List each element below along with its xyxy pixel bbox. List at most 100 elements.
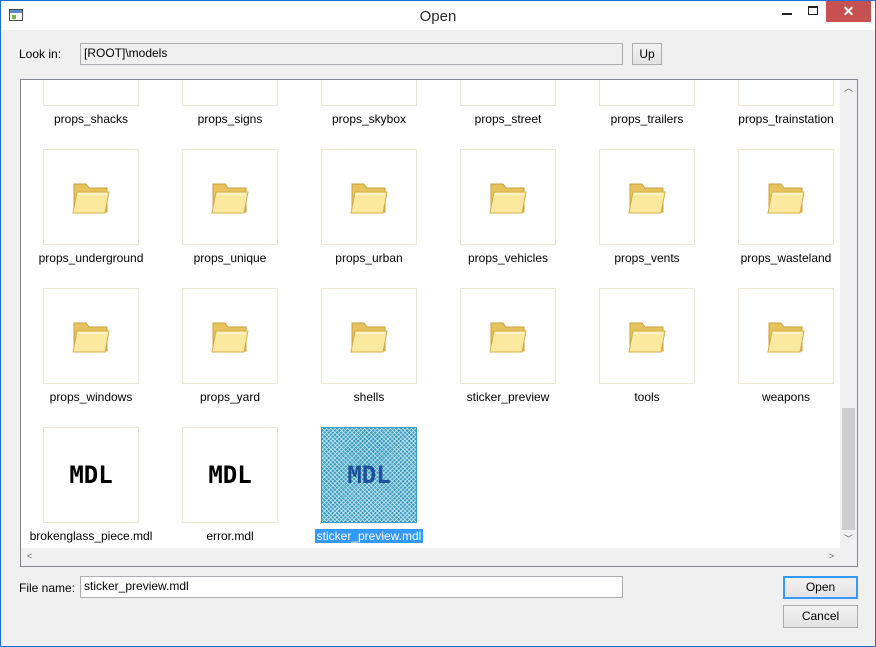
scroll-up-icon[interactable]: ︿	[840, 80, 857, 97]
item-label: sticker_preview.mdl	[299, 528, 439, 544]
folder-item[interactable]: shells	[299, 288, 429, 408]
item-label: brokenglass_piece.mdl	[21, 529, 161, 543]
maximize-button[interactable]	[800, 1, 826, 22]
folder-thumbnail	[460, 288, 556, 384]
item-label: props_signs	[160, 112, 300, 126]
folder-item[interactable]: props_urban	[299, 149, 429, 269]
folder-item[interactable]: props_trainstation	[716, 80, 840, 130]
item-label: props_trainstation	[716, 112, 840, 126]
up-button[interactable]: Up	[632, 43, 662, 65]
folder-thumbnail	[738, 149, 834, 245]
scrollbar-corner	[840, 548, 857, 566]
folder-thumbnail	[321, 149, 417, 245]
scroll-down-icon[interactable]: ﹀	[840, 531, 857, 548]
item-label: props_windows	[21, 390, 161, 404]
folder-item[interactable]: props_street	[438, 80, 568, 130]
folder-thumbnail	[182, 288, 278, 384]
folder-item[interactable]: props_unique	[160, 149, 290, 269]
item-label-text: shells	[353, 390, 385, 404]
mdl-file-icon: MDL	[208, 461, 252, 489]
item-label: props_street	[438, 112, 578, 126]
horizontal-scrollbar[interactable]: < >	[21, 548, 840, 566]
look-in-path-field[interactable]: [ROOT]\models	[80, 43, 623, 65]
item-label: tools	[577, 390, 717, 404]
item-label: props_unique	[160, 251, 300, 265]
folder-thumbnail	[43, 288, 139, 384]
folder-item[interactable]: props_yard	[160, 288, 290, 408]
file-name-label: File name:	[19, 581, 76, 595]
item-label: props_vents	[577, 251, 717, 265]
folder-item[interactable]: weapons	[716, 288, 840, 408]
open-button[interactable]: Open	[783, 576, 858, 599]
item-label: props_urban	[299, 251, 439, 265]
folder-thumbnail	[182, 80, 278, 106]
folder-thumbnail	[321, 288, 417, 384]
folder-item[interactable]: tools	[577, 288, 707, 408]
look-in-label: Look in:	[19, 47, 62, 61]
folder-item[interactable]: props_wasteland	[716, 149, 840, 269]
mdl-file-icon: MDL	[69, 461, 113, 489]
vertical-scrollbar[interactable]: ︿ ﹀	[840, 80, 857, 548]
item-label-text: props_trailers	[610, 112, 684, 126]
file-item[interactable]: MDL brokenglass_piece.mdl	[21, 427, 152, 547]
file-list-view[interactable]: props_shacks props_signs props_skybox props…	[20, 79, 858, 567]
folder-thumbnail	[599, 80, 695, 106]
folder-thumbnail	[599, 149, 695, 245]
folder-item[interactable]: props_signs	[160, 80, 290, 130]
folder-item[interactable]: props_trailers	[577, 80, 707, 130]
folder-item[interactable]: props_windows	[21, 288, 151, 408]
item-label-text: error.mdl	[206, 529, 254, 543]
item-label: shells	[299, 390, 439, 404]
folder-thumbnail	[182, 149, 278, 245]
folder-item[interactable]: props_vehicles	[438, 149, 568, 269]
mdl-file-icon: MDL	[347, 461, 391, 489]
close-icon: ✕	[842, 3, 855, 19]
item-label-text: sticker_preview.mdl	[313, 528, 425, 544]
minimize-button[interactable]	[774, 1, 800, 22]
folder-item[interactable]: props_vents	[577, 149, 707, 269]
item-label: props_shacks	[21, 112, 161, 126]
item-label-text: weapons	[761, 390, 811, 404]
item-label: sticker_preview	[438, 390, 578, 404]
item-label-text: props_shacks	[53, 112, 129, 126]
folder-item[interactable]: props_skybox	[299, 80, 429, 130]
file-name-input[interactable]: sticker_preview.mdl	[80, 576, 623, 598]
scroll-left-icon[interactable]: <	[21, 548, 38, 565]
scroll-right-icon[interactable]: >	[823, 548, 840, 565]
folder-thumbnail	[43, 80, 139, 106]
item-label-text: sticker_preview	[466, 390, 550, 404]
mdl-thumbnail: MDL	[321, 427, 417, 523]
item-label: props_skybox	[299, 112, 439, 126]
item-label-text: props_vehicles	[467, 251, 549, 265]
item-label-text: brokenglass_piece.mdl	[29, 529, 153, 543]
folder-item[interactable]: props_shacks	[21, 80, 151, 130]
item-label-text: props_urban	[335, 251, 403, 265]
item-label-text: props_underground	[38, 251, 144, 265]
folder-item[interactable]: props_underground	[21, 149, 151, 269]
file-grid: props_shacks props_signs props_skybox props…	[21, 80, 840, 548]
item-label-text: props_skybox	[331, 112, 407, 126]
folder-thumbnail	[599, 288, 695, 384]
item-label: props_wasteland	[716, 251, 840, 265]
file-item[interactable]: MDL sticker_preview.mdl	[299, 427, 429, 547]
item-label-text: props_street	[474, 112, 542, 126]
item-label-text: props_signs	[197, 112, 263, 126]
mdl-thumbnail: MDL	[43, 427, 139, 523]
close-button[interactable]: ✕	[826, 1, 871, 22]
cancel-button[interactable]: Cancel	[783, 605, 858, 628]
item-label: props_underground	[21, 251, 161, 265]
folder-thumbnail	[738, 288, 834, 384]
title-bar: Open ✕	[1, 1, 875, 30]
folder-item[interactable]: sticker_preview	[438, 288, 568, 408]
item-label: error.mdl	[160, 529, 300, 543]
file-item[interactable]: MDL error.mdl	[160, 427, 290, 547]
item-label-text: tools	[634, 390, 660, 404]
vertical-scroll-thumb[interactable]	[842, 408, 855, 530]
folder-thumbnail	[460, 80, 556, 106]
item-label: props_vehicles	[438, 251, 578, 265]
folder-thumbnail	[43, 149, 139, 245]
item-label-text: props_wasteland	[740, 251, 832, 265]
item-label-text: props_unique	[193, 251, 267, 265]
item-label: props_yard	[160, 390, 300, 404]
item-label: props_trailers	[577, 112, 717, 126]
